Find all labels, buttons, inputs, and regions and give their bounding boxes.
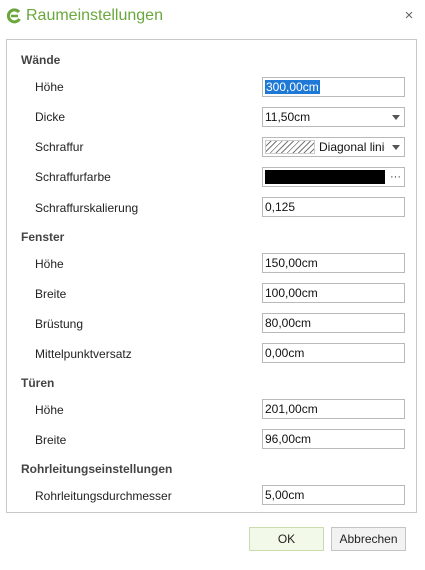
walls-height-value: 300,00cm (265, 80, 320, 94)
walls-hatch-dropdown[interactable]: Diagonal linie (262, 137, 405, 157)
window-title: Raumeinstellungen (26, 7, 163, 24)
doors-height-label: Höhe (35, 403, 64, 417)
windows-height-label: Höhe (35, 257, 64, 271)
more-options-icon[interactable]: ··· (390, 168, 401, 186)
walls-thickness-value: 11,50cm (265, 110, 311, 124)
app-logo-icon (6, 8, 21, 24)
walls-hatch-label: Schraffur (35, 140, 84, 154)
close-icon[interactable]: × (402, 8, 416, 24)
walls-hatch-value: Diagonal linie (319, 140, 385, 154)
hatch-color-swatch (265, 170, 385, 184)
windows-sill-input[interactable] (262, 313, 405, 333)
windows-offset-input[interactable] (262, 343, 405, 363)
walls-hatch-color-picker[interactable]: ··· (262, 167, 405, 187)
walls-hatch-color-label: Schraffurfarbe (35, 170, 111, 184)
doors-height-input[interactable] (262, 399, 405, 419)
windows-sill-label: Brüstung (35, 317, 84, 331)
windows-offset-label: Mittelpunktversatz (35, 347, 132, 361)
walls-height-label: Höhe (35, 80, 64, 94)
windows-height-input[interactable] (262, 253, 405, 273)
pipes-diameter-label: Rohrleitungsdurchmesser (35, 489, 172, 503)
cancel-button[interactable]: Abbrechen (331, 527, 406, 551)
walls-height-input[interactable]: 300,00cm (262, 77, 405, 97)
windows-width-label: Breite (35, 287, 67, 301)
walls-hatch-scale-input[interactable] (262, 197, 405, 217)
chevron-down-icon (392, 115, 400, 120)
section-doors-heading: Türen (21, 376, 55, 390)
walls-thickness-label: Dicke (35, 110, 66, 124)
section-windows-heading: Fenster (21, 230, 65, 244)
pipes-diameter-input[interactable] (262, 485, 405, 505)
chevron-down-icon (392, 145, 400, 150)
section-pipes-heading: Rohrleitungseinstellungen (21, 462, 173, 476)
section-walls-heading: Wände (21, 53, 61, 67)
windows-width-input[interactable] (262, 283, 405, 303)
walls-thickness-dropdown[interactable]: 11,50cm (262, 107, 405, 127)
walls-hatch-scale-label: Schraffurskalierung (35, 201, 139, 215)
title-bar: Raumeinstellungen × (0, 0, 425, 34)
hatch-pattern-preview (265, 140, 315, 154)
doors-width-label: Breite (35, 433, 67, 447)
doors-width-input[interactable] (262, 429, 405, 449)
ok-button[interactable]: OK (249, 527, 324, 551)
